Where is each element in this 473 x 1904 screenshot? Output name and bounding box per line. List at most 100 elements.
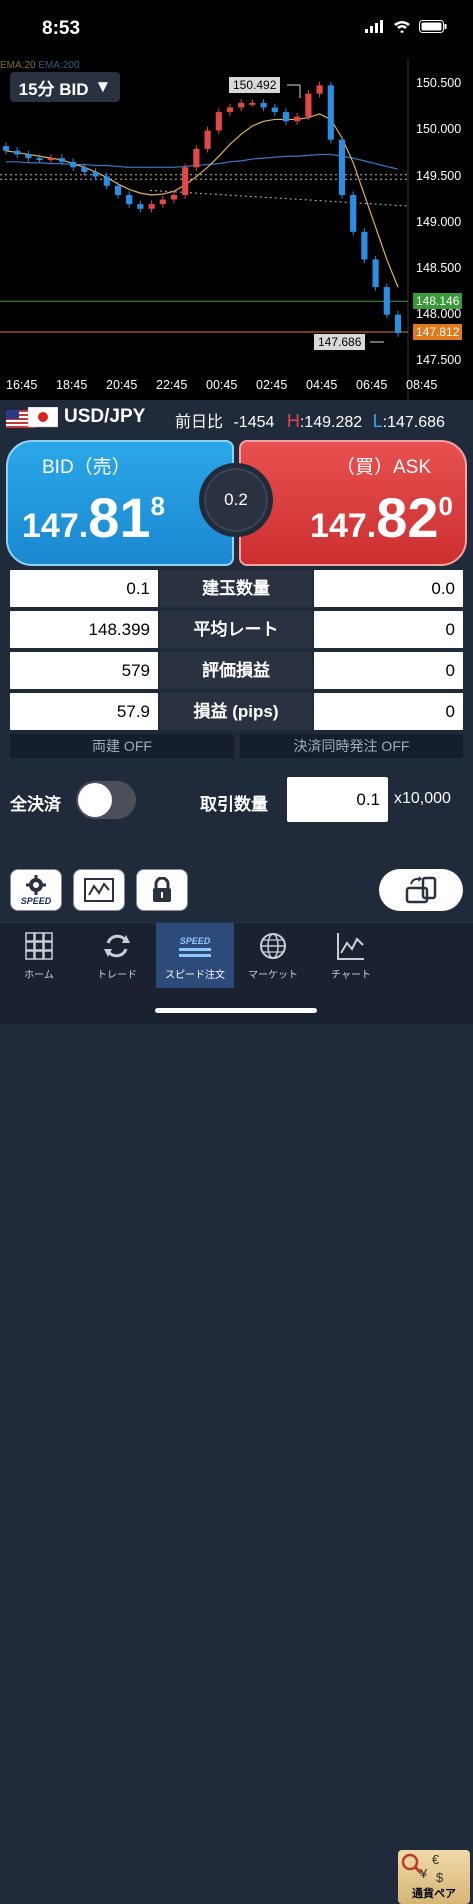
chart-toggle-button[interactable] [73,869,125,911]
candle-body [103,176,110,186]
y-tick-label: 147.500 [416,352,462,367]
pl-pips-label: 損益 (pips) [160,693,312,730]
candle-body [282,112,290,122]
tab-home[interactable]: ホーム [0,923,78,989]
candle-body [294,116,301,122]
pair-name: USD/JPY [64,406,146,427]
usd-jpy-flag-icon [6,407,58,428]
candle-body [338,139,346,195]
svg-text:€: € [432,1852,440,1867]
prev-day-label: 前日比 [175,414,224,431]
candle-body [36,158,43,161]
info-row-average-rate: 148.399 平均レート 0 [10,611,463,648]
low-value: 147.686 [387,414,445,431]
candle-body [159,199,166,205]
timeframe-label: 15分 BID [18,79,89,99]
hedge-toggle[interactable]: 両建 OFF [10,734,234,758]
svg-text:SPEED: SPEED [21,896,52,906]
x-tick-label: 20:45 [106,378,138,392]
ask-price-tag: 148.146 [413,293,463,309]
pair-row[interactable]: USD/JPY 前日比 -1454 H:149.282 L:147.686 [0,400,473,436]
trade-qty-input[interactable]: 0.1 [287,777,388,822]
home-indicator [155,1008,317,1013]
ask-price: 147.820 [310,485,453,550]
candle-body [137,204,144,209]
price-chart[interactable] [0,58,473,400]
y-tick-label: 149.500 [416,168,462,183]
tab-chart[interactable]: チャート [312,923,390,989]
pair-stats: 前日比 -1454 H:149.282 L:147.686 [175,411,445,431]
candle-body [215,112,222,131]
speed-settings-button[interactable]: SPEED [10,869,62,911]
candle-body [114,185,122,195]
svg-text:$: $ [436,1870,444,1885]
candle-body [92,171,99,177]
x-tick-label: 08:45 [406,378,438,392]
average-rate-label: 平均レート [160,611,312,648]
ask-title: （買）ASK [335,457,431,478]
lock-icon [153,877,171,902]
candle-body [25,154,32,159]
close-all-switch[interactable] [76,781,136,819]
tab-trade[interactable]: トレード [78,923,156,989]
speed-order-icon: SPEED [179,936,211,957]
trade-qty-unit: x10,000 [394,790,451,807]
switch-knob [78,783,112,817]
svg-text:SPEED: SPEED [180,936,211,946]
lock-button[interactable] [136,869,188,911]
tab-market[interactable]: マーケット [234,923,312,989]
candle-body [193,148,200,168]
trade-arrows-icon [104,934,130,958]
sell-unrealized-pl: 579 [10,652,158,689]
simultaneous-settle-toggle[interactable]: 決済同時発注 OFF [240,734,463,758]
buy-pl-pips: 0 [314,693,463,730]
chart-icon [84,878,114,902]
tab-currency-pair[interactable]: € ¥ $ 通貨ペア [398,1850,470,1904]
tab-speed-order[interactable]: SPEED スピード注文 [156,923,234,989]
ask-price-base: 147. [310,507,377,545]
candle-body [81,167,88,172]
y-tick-label: 150.000 [416,122,462,137]
high-value: 149.282 [304,414,363,431]
timeframe-selector[interactable]: 15分 BID ▼ [10,72,120,102]
chart-canvas [0,58,409,400]
candle-body [126,194,133,205]
bid-price-tag: 147.812 [413,324,463,340]
candle-body [361,231,368,260]
low-label: L [372,411,383,431]
candle-body [350,194,357,232]
chart-line-icon [337,933,364,960]
y-tick-label: 149.000 [416,214,462,229]
wifi-icon [394,21,410,33]
candle-body [260,102,267,108]
candle-body [2,146,10,151]
candle-body [327,85,334,140]
bid-price: 147.818 [22,485,165,550]
x-tick-label: 06:45 [356,378,388,392]
sell-average-rate: 148.399 [10,611,158,648]
rotate-orientation-button[interactable] [379,869,463,911]
candle-body [238,102,245,108]
ask-buy-button[interactable]: （買）ASK 147.820 [239,440,467,566]
candle-body [271,107,278,113]
buy-average-rate: 0 [314,611,463,648]
trade-qty-label: 取引数量 [200,795,268,814]
svg-text:¥: ¥ [419,1866,428,1881]
home-grid-icon [25,932,53,960]
info-row-pl-pips: 57.9 損益 (pips) 0 [10,693,463,730]
ask-price-pips: 82 [376,486,439,549]
buy-unrealized-pl: 0 [314,652,463,689]
candle-body [226,107,234,113]
candle-body [249,102,256,105]
tab-bar: ホーム トレード SPEED スピード注文 マーケット チャート € ¥ $ 通貨ペ… [0,922,473,1904]
sell-pl-pips: 57.9 [10,693,158,730]
bid-price-base: 147. [22,507,89,545]
sell-position-qty: 0.1 [10,570,158,607]
tab-home-label: ホーム [24,970,54,981]
speed-gear-icon: SPEED [21,875,52,906]
close-all-label: 全決済 [10,795,61,814]
buy-position-qty: 0.0 [314,570,463,607]
dropdown-icon: ▼ [94,77,112,96]
tab-market-label: マーケット [248,970,298,981]
bid-price-fraction: 8 [150,491,165,521]
